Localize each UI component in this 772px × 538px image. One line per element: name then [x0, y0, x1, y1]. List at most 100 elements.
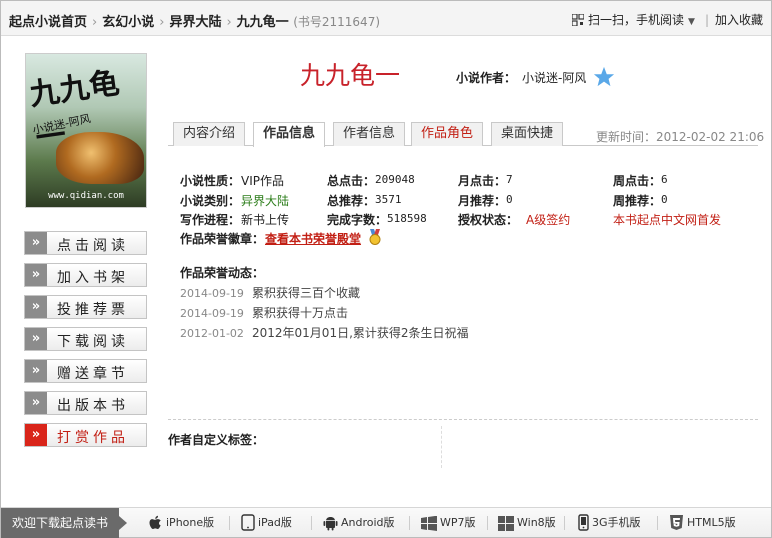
- header-links: 扫一扫，手机阅读 ▼ | 加入收藏: [572, 11, 763, 28]
- nature-label: 小说性质：: [180, 174, 241, 188]
- breadcrumb-book: 九九龟一: [236, 15, 289, 30]
- week-rec-label: 周推荐：: [613, 194, 662, 208]
- tab-book-info[interactable]: 作品信息: [253, 122, 325, 147]
- author-name[interactable]: 小说迷-阿风: [522, 69, 586, 86]
- divider: [564, 516, 565, 530]
- windows8-icon: [498, 516, 514, 531]
- double-chevron-icon: »: [25, 360, 47, 382]
- author-label: 小说作者：: [456, 71, 517, 85]
- divider: |: [704, 13, 709, 27]
- download-button[interactable]: » 下载阅读: [24, 327, 147, 351]
- divider: [487, 516, 488, 530]
- week-rec-value: 0: [661, 193, 668, 206]
- read-button[interactable]: » 点击阅读: [24, 231, 147, 255]
- button-label: 赠送章节: [57, 366, 129, 382]
- platform-label: WP7版: [440, 516, 476, 529]
- honor-hall-link[interactable]: 查看本书荣誉殿堂: [265, 230, 361, 247]
- double-chevron-icon: »: [25, 232, 47, 254]
- platform-wp7[interactable]: WP7版: [421, 508, 476, 538]
- chevron-right-icon: ›: [226, 15, 232, 30]
- publish-button[interactable]: » 出版本书: [24, 391, 147, 415]
- license-value: A级签约: [526, 213, 571, 227]
- breadcrumb-home[interactable]: 起点小说首页: [9, 15, 87, 30]
- update-time: 更新时间：2012-02-02 21:06: [596, 130, 765, 144]
- month-clicks-label: 月点击：: [458, 174, 507, 188]
- month-clicks-value: 7: [506, 173, 513, 186]
- html5-icon: [670, 515, 683, 530]
- honor-text: 累积获得十万点击: [252, 306, 349, 320]
- tab-characters[interactable]: 作品角色: [411, 122, 483, 146]
- tab-intro[interactable]: 内容介绍: [173, 122, 245, 146]
- caret-down-icon[interactable]: ▼: [688, 17, 695, 27]
- divider: [229, 516, 230, 530]
- platform-label: Android版: [341, 516, 395, 529]
- tablet-icon: [241, 514, 255, 531]
- star-icon: [593, 66, 615, 87]
- chevron-right-icon: ›: [92, 15, 98, 30]
- top-bar: 起点小说首页 › 玄幻小说 › 异界大陆 › 九九龟一 (书号2111647) 扫一扫，手机…: [1, 1, 771, 36]
- progress-value: 新书上传: [241, 213, 290, 227]
- double-chevron-icon: »: [25, 328, 47, 350]
- total-rec-value: 3571: [375, 193, 402, 206]
- week-clicks-label: 周点击：: [613, 174, 662, 188]
- platform-html5[interactable]: HTML5版: [669, 508, 736, 538]
- divider: [409, 516, 410, 530]
- honor-date: 2012-01-02: [180, 327, 244, 340]
- recommend-button[interactable]: » 投推荐票: [24, 295, 147, 319]
- add-favorite-link[interactable]: 加入收藏: [715, 13, 763, 27]
- book-title: 九九龟一: [300, 61, 401, 90]
- book-cover[interactable]: 九九龟一 小说迷-阿风 www.qidian.com: [25, 53, 147, 208]
- divider: [657, 516, 658, 530]
- button-label: 打赏作品: [57, 430, 129, 446]
- platform-label: iPhone版: [166, 516, 215, 529]
- button-label: 点击阅读: [57, 238, 129, 254]
- scan-mobile-link[interactable]: 扫一扫，手机阅读: [588, 13, 684, 27]
- author-tags-label: 作者自定义标签：: [168, 433, 265, 447]
- tab-desktop-shortcut[interactable]: 桌面快捷: [491, 122, 563, 146]
- button-label: 加入书架: [57, 270, 129, 286]
- honor-row: 2012-01-02 2012年01月01日,累计获得2条生日祝福: [180, 324, 469, 341]
- honor-date: 2014-09-19: [180, 307, 244, 320]
- tip-button[interactable]: » 打赏作品: [24, 423, 147, 447]
- platform-android[interactable]: Android版: [323, 508, 395, 538]
- platform-label: iPad版: [258, 516, 292, 529]
- platform-iphone[interactable]: iPhone版: [149, 508, 214, 538]
- platform-3g-mobile[interactable]: 3G手机版: [578, 508, 641, 538]
- total-rec-label: 总推荐：: [327, 194, 376, 208]
- button-label: 下载阅读: [57, 334, 129, 350]
- cover-site: www.qidian.com: [48, 191, 124, 201]
- double-chevron-icon: »: [25, 264, 47, 286]
- breadcrumb: 起点小说首页 › 玄幻小说 › 异界大陆 › 九九龟一 (书号2111647): [9, 11, 380, 30]
- download-bar: 欢迎下载起点读书 iPhone版 iPad版 Android版 WP7版 Win…: [1, 507, 771, 538]
- honor-row: 2014-09-19 累积获得三百个收藏: [180, 284, 360, 301]
- android-icon: [323, 517, 338, 531]
- windows-icon: [421, 515, 437, 531]
- category-label: 小说类别：: [180, 194, 241, 208]
- add-bookshelf-button[interactable]: » 加入书架: [24, 263, 147, 287]
- button-label: 出版本书: [57, 398, 129, 414]
- double-chevron-icon: »: [25, 424, 47, 446]
- mobile-phone-icon: [578, 514, 589, 531]
- tab-author-info[interactable]: 作者信息: [333, 122, 405, 146]
- platform-win8[interactable]: Win8版: [498, 508, 556, 538]
- words-value: 518598: [387, 212, 427, 225]
- category-value[interactable]: 异界大陆: [241, 192, 289, 209]
- platform-label: 3G手机版: [592, 516, 641, 529]
- progress-label: 写作进程：: [180, 213, 241, 227]
- month-rec-value: 0: [506, 193, 513, 206]
- divider: [168, 419, 758, 420]
- breadcrumb-category[interactable]: 玄幻小说: [102, 15, 154, 30]
- words-label: 完成字数：: [327, 213, 388, 227]
- gift-chapter-button[interactable]: » 赠送章节: [24, 359, 147, 383]
- platform-ipad[interactable]: iPad版: [241, 508, 292, 538]
- honor-text: 2012年01月01日,累计获得2条生日祝福: [252, 326, 469, 340]
- button-label: 投推荐票: [57, 302, 129, 318]
- download-app-label[interactable]: 欢迎下载起点读书: [1, 508, 127, 538]
- cover-artwork: [56, 132, 144, 184]
- honor-row: 2014-09-19 累积获得十万点击: [180, 304, 348, 321]
- total-clicks-label: 总点击：: [327, 174, 376, 188]
- breadcrumb-subcategory[interactable]: 异界大陆: [169, 15, 221, 30]
- divider: [311, 516, 312, 530]
- total-clicks-value: 209048: [375, 173, 415, 186]
- license-label: 授权状态：: [458, 213, 519, 227]
